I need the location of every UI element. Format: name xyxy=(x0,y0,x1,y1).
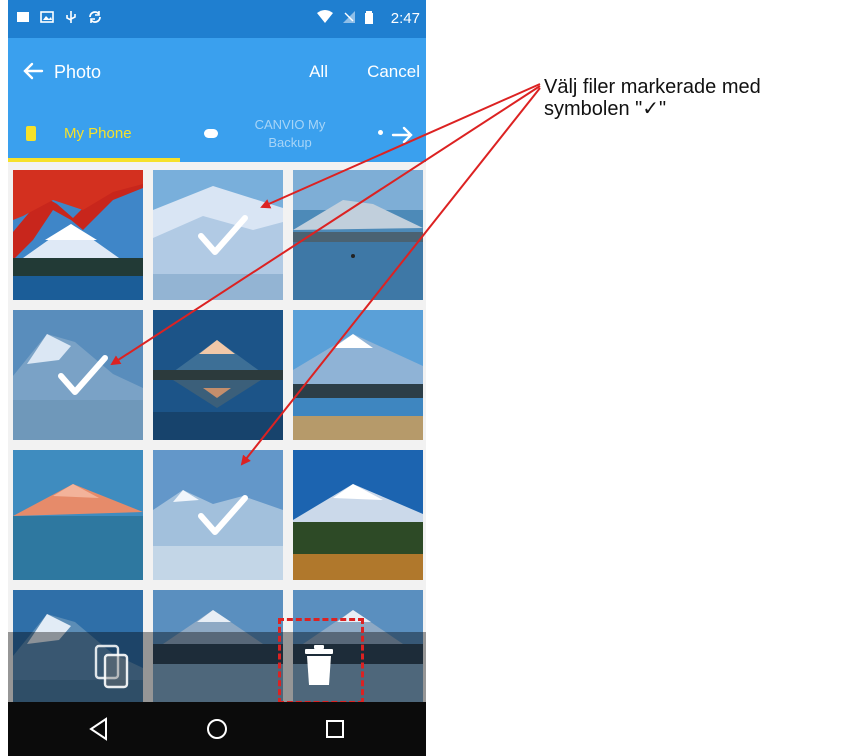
image-icon xyxy=(40,11,54,23)
tab-canvio-backup[interactable]: CANVIO My Backup xyxy=(190,106,370,162)
photo-thumbnail xyxy=(153,450,283,580)
photo-thumbnail xyxy=(13,450,143,580)
photo-3[interactable] xyxy=(293,170,423,300)
delete-highlight-box xyxy=(278,618,364,704)
back-arrow-icon[interactable] xyxy=(18,56,48,86)
nav-bar xyxy=(8,702,426,756)
home-nav-icon[interactable] xyxy=(204,716,230,742)
forward-arrow-icon[interactable] xyxy=(388,120,418,150)
photo-6[interactable] xyxy=(293,310,423,440)
photo-thumbnail xyxy=(293,450,423,580)
photo-thumbnail xyxy=(293,170,423,300)
sync-icon xyxy=(89,11,101,23)
photo-7[interactable] xyxy=(13,450,143,580)
photo-thumbnail xyxy=(293,310,423,440)
status-bar: 2:47 xyxy=(8,0,426,38)
back-nav-icon[interactable] xyxy=(86,716,112,742)
drive-icon xyxy=(204,129,218,138)
cancel-button[interactable]: Cancel xyxy=(367,62,420,82)
photo-thumbnail xyxy=(13,170,143,300)
photo-thumbnail xyxy=(153,310,283,440)
tab-my-phone-label: My Phone xyxy=(64,125,132,142)
notification-icon xyxy=(17,12,29,22)
photo-thumbnail xyxy=(13,310,143,440)
photo-5[interactable] xyxy=(153,310,283,440)
photo-2[interactable] xyxy=(153,170,283,300)
select-all-button[interactable]: All xyxy=(309,62,328,82)
photo-8[interactable] xyxy=(153,450,283,580)
phone-screen: 2:47 Photo All Cancel My Phone CANVIO My… xyxy=(8,0,426,756)
recents-nav-icon[interactable] xyxy=(322,716,348,742)
tab-my-phone[interactable]: My Phone xyxy=(8,106,180,162)
selected-overlay xyxy=(13,310,143,440)
app-bar: Photo All Cancel xyxy=(8,38,426,106)
page-title: Photo xyxy=(54,62,102,82)
photo-thumbnail xyxy=(153,170,283,300)
photo-4[interactable] xyxy=(13,310,143,440)
annotation-line-2: symbolen "✓" xyxy=(544,98,667,120)
annotation-callout: Välj filer markerade med symbolen "✓" xyxy=(544,76,864,120)
phone-icon xyxy=(26,126,36,141)
wifi-icon xyxy=(317,10,333,23)
usb-icon xyxy=(66,11,76,23)
tab-canvio-label: CANVIO My Backup xyxy=(220,116,360,152)
selected-overlay xyxy=(153,170,283,300)
battery-icon xyxy=(365,11,373,24)
tab-canvio-line2: Backup xyxy=(268,135,312,150)
tab-indicator-dot xyxy=(378,130,383,135)
selected-overlay xyxy=(153,450,283,580)
photo-9[interactable] xyxy=(293,450,423,580)
clock: 2:47 xyxy=(390,10,420,27)
signal-icon xyxy=(343,11,355,23)
copy-icon[interactable] xyxy=(94,644,130,690)
tab-canvio-line1: CANVIO My xyxy=(254,117,326,132)
tab-bar: My Phone CANVIO My Backup xyxy=(8,106,426,162)
annotation-line-1: Välj filer markerade med xyxy=(544,76,761,98)
photo-1[interactable] xyxy=(13,170,143,300)
